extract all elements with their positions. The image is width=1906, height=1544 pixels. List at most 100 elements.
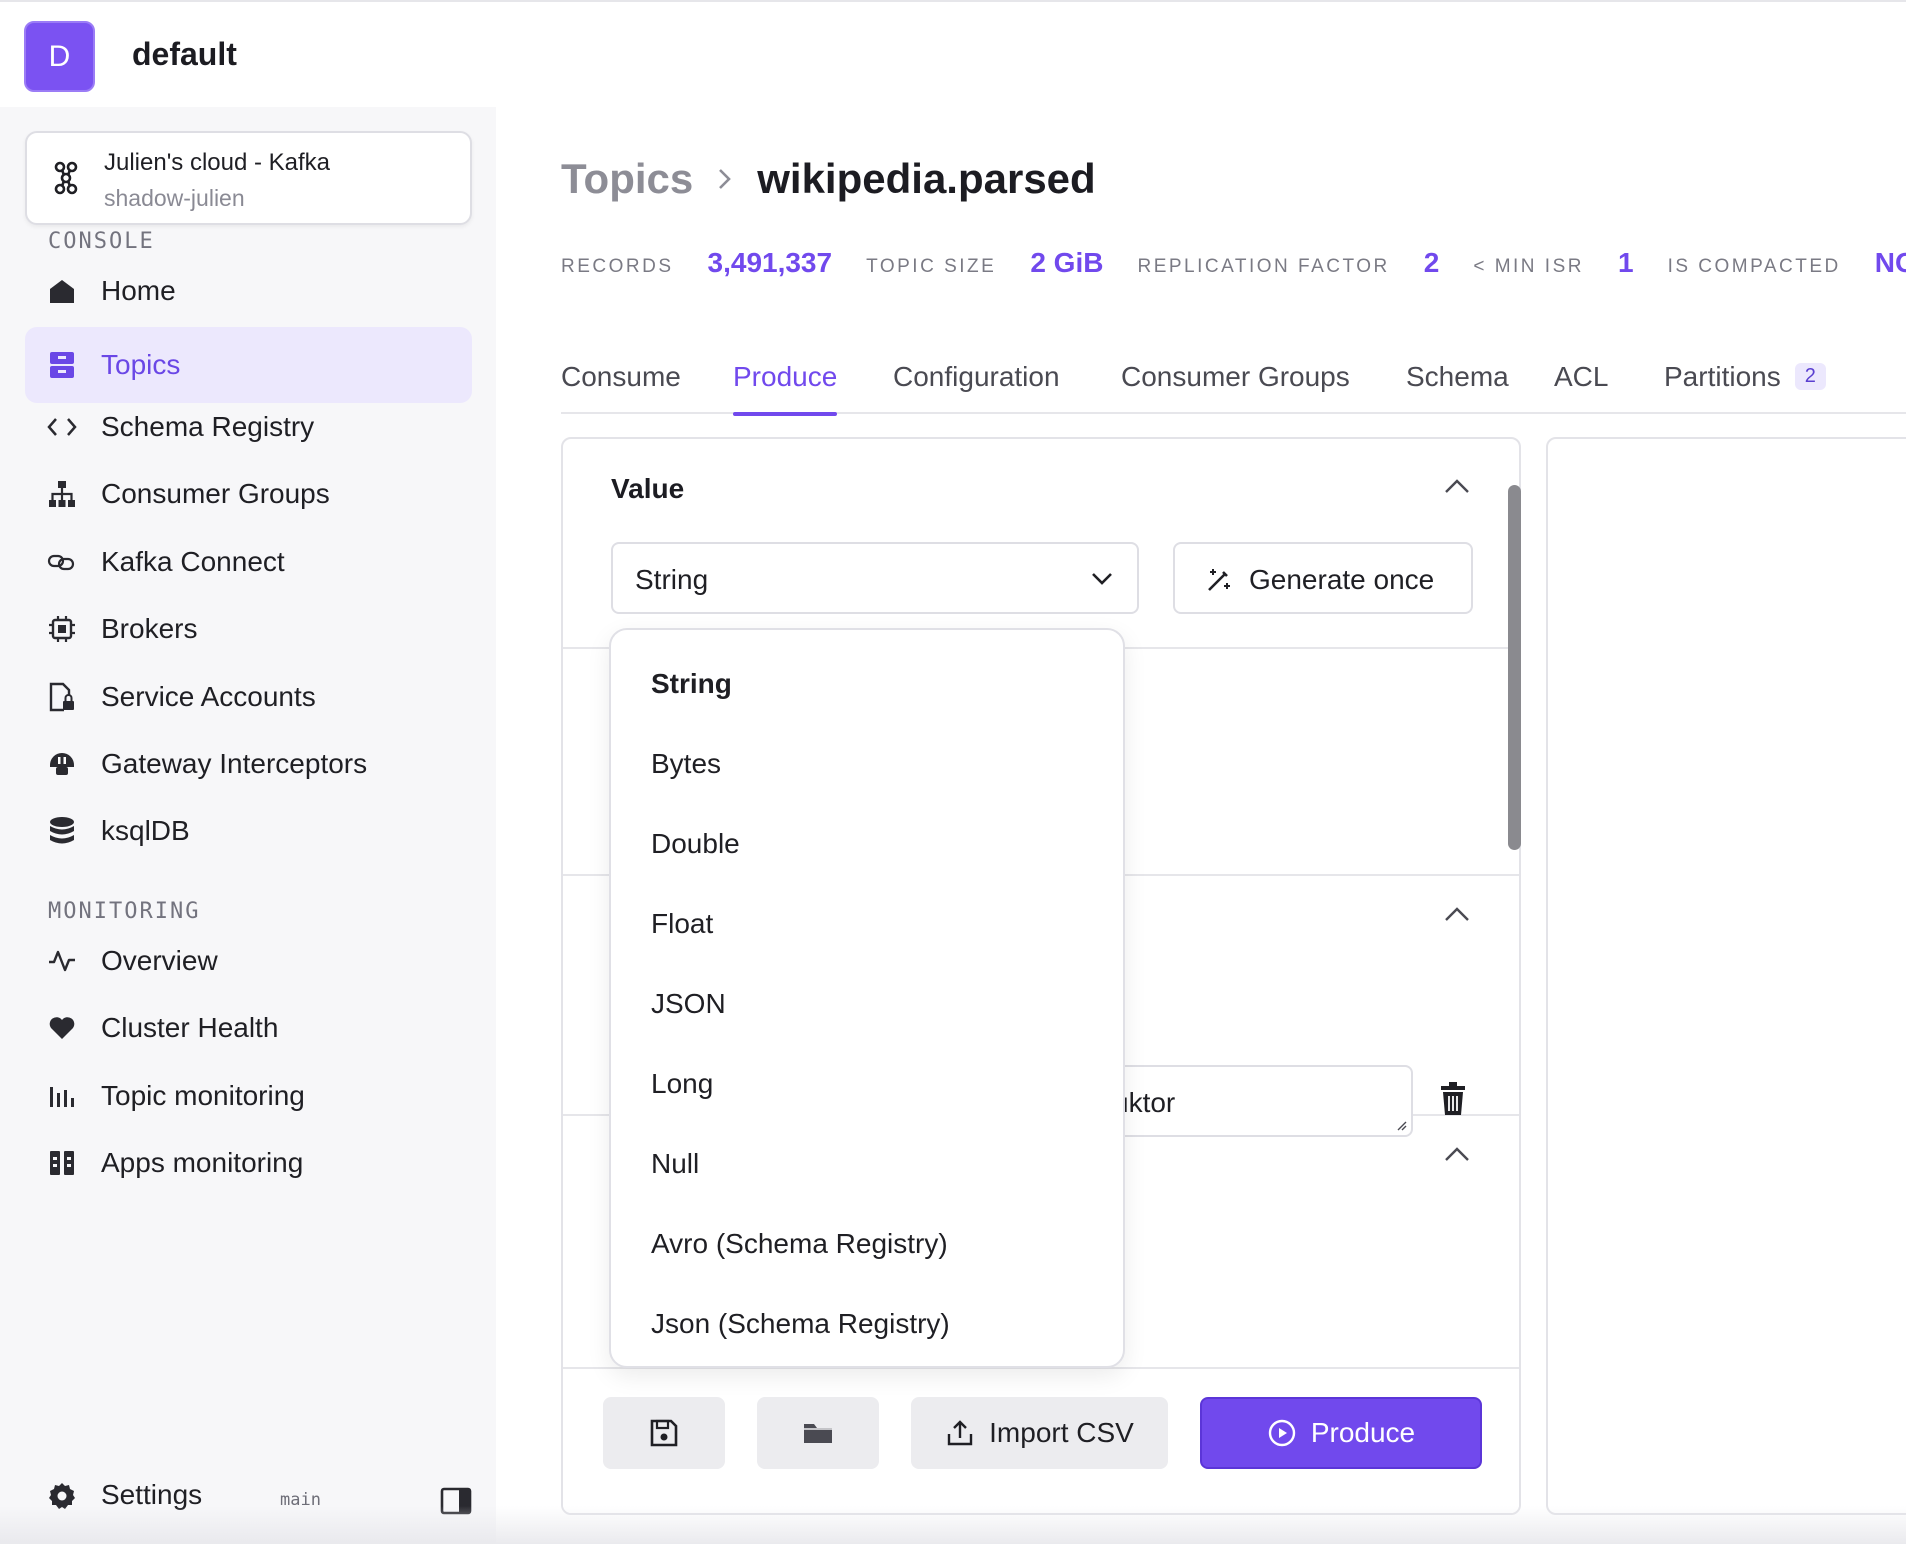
- stat-compacted-label: IS COMPACTED: [1667, 256, 1841, 277]
- cluster-name: Julien's cloud - Kafka: [104, 149, 331, 176]
- load-button[interactable]: [757, 1397, 879, 1469]
- sidebar-item-cluster-health[interactable]: Cluster Health: [25, 990, 472, 1066]
- generate-once-button[interactable]: Generate once: [1173, 542, 1473, 614]
- produce-label: Produce: [1310, 1417, 1416, 1448]
- code-icon: [47, 412, 77, 442]
- produce-button[interactable]: Produce: [1200, 1397, 1482, 1469]
- sidebar-item-label: Gateway Interceptors: [101, 748, 368, 779]
- link-icon: [47, 547, 77, 577]
- dropdown-option-bytes[interactable]: Bytes: [651, 748, 721, 780]
- cluster-selector[interactable]: Julien's cloud - Kafka shadow-julien: [25, 131, 472, 225]
- sidebar-item-label: Consumer Groups: [101, 478, 330, 509]
- plug-icon: [47, 749, 77, 779]
- grid-icon: [47, 1148, 77, 1178]
- dropdown-option-null[interactable]: Null: [651, 1148, 699, 1180]
- sidebar-item-label: Topic monitoring: [101, 1080, 305, 1111]
- file-lock-icon: [47, 682, 77, 712]
- sidebar-item-label: ksqlDB: [101, 815, 190, 846]
- sidebar-item-ksqldb[interactable]: ksqlDB: [25, 793, 472, 869]
- generate-once-label: Generate once: [1249, 564, 1435, 595]
- sidebar-item-service-accounts[interactable]: Service Accounts: [25, 659, 472, 735]
- produce-footer: Import CSV Produce: [563, 1367, 1519, 1513]
- home-icon: [47, 276, 77, 306]
- org-avatar[interactable]: D: [24, 21, 95, 92]
- chevron-down-icon: [1092, 573, 1112, 585]
- preview-panel: [1546, 437, 1906, 1515]
- dropdown-option-double[interactable]: Double: [651, 828, 740, 860]
- sidebar-item-topic-monitoring[interactable]: Topic monitoring: [25, 1058, 472, 1134]
- bar-chart-icon: [47, 1081, 77, 1111]
- sidebar-item-label: Home: [101, 275, 176, 306]
- tab-configuration[interactable]: Configuration: [893, 347, 1060, 414]
- save-button[interactable]: [603, 1397, 725, 1469]
- header-value-input[interactable]: uktor: [1105, 1065, 1413, 1137]
- top-bar: D default: [0, 0, 1906, 107]
- tab-acl[interactable]: ACL: [1554, 347, 1608, 414]
- sidebar-item-home[interactable]: Home: [25, 253, 472, 329]
- sidebar-item-consumer-groups[interactable]: Consumer Groups: [25, 456, 472, 532]
- tab-partitions[interactable]: Partitions 2: [1664, 347, 1826, 414]
- topics-icon: [47, 350, 77, 380]
- value-type-selected: String: [635, 564, 709, 595]
- upload-icon: [947, 1420, 973, 1446]
- sidebar-item-label: Kafka Connect: [101, 546, 285, 577]
- breadcrumb-topics-link[interactable]: Topics: [561, 155, 693, 203]
- stat-min-isr-value: 1: [1617, 247, 1634, 278]
- activity-icon: [47, 946, 77, 976]
- sidebar-item-gateway-interceptors[interactable]: Gateway Interceptors: [25, 726, 472, 802]
- cluster-subtitle: shadow-julien: [104, 185, 245, 211]
- stat-topic-size-value: 2 GiB: [1030, 247, 1104, 278]
- bottom-shadow: [0, 1506, 1906, 1544]
- console-section-label: CONSOLE: [48, 229, 155, 254]
- chevron-up-icon[interactable]: [1443, 477, 1471, 495]
- chevron-right-icon: [719, 169, 732, 189]
- topic-stats: RECORDS 3,491,337 TOPIC SIZE 2 GiB REPLI…: [561, 247, 1906, 279]
- dropdown-option-json[interactable]: JSON: [651, 988, 726, 1020]
- stat-records-value: 3,491,337: [707, 247, 833, 278]
- trash-icon[interactable]: [1439, 1082, 1467, 1116]
- stat-topic-size-label: TOPIC SIZE: [866, 256, 997, 277]
- chip-icon: [47, 614, 77, 644]
- folder-icon: [804, 1424, 832, 1443]
- sidebar-item-label: Schema Registry: [101, 411, 315, 442]
- chevron-up-icon[interactable]: [1443, 1145, 1471, 1163]
- resize-grip-icon[interactable]: [1395, 1119, 1407, 1131]
- stat-replication-value: 2: [1423, 247, 1440, 278]
- value-type-select[interactable]: String: [611, 542, 1139, 614]
- dropdown-option-long[interactable]: Long: [651, 1068, 713, 1100]
- breadcrumb: Topics wikipedia.parsed: [561, 155, 1096, 203]
- sidebar-item-kafka-connect[interactable]: Kafka Connect: [25, 524, 472, 600]
- org-name[interactable]: default: [132, 36, 237, 73]
- magic-wand-icon: [1208, 569, 1230, 591]
- tab-schema[interactable]: Schema: [1406, 347, 1509, 414]
- dropdown-option-json-schema-registry[interactable]: Json (Schema Registry): [651, 1308, 950, 1340]
- tab-consumer-groups[interactable]: Consumer Groups: [1121, 347, 1350, 414]
- dropdown-option-string[interactable]: String: [651, 668, 732, 700]
- kafka-icon: [54, 161, 78, 195]
- value-type-dropdown: String Bytes Double Float JSON Long Null…: [609, 628, 1125, 1368]
- tab-produce[interactable]: Produce: [733, 347, 838, 416]
- stat-compacted-value: NO: [1874, 247, 1906, 278]
- sidebar-item-apps-monitoring[interactable]: Apps monitoring: [25, 1125, 472, 1201]
- sidebar-item-label: Service Accounts: [101, 681, 316, 712]
- hierarchy-icon: [47, 479, 77, 509]
- form-scrollbar[interactable]: [1508, 485, 1521, 850]
- tab-consume[interactable]: Consume: [561, 347, 681, 414]
- sidebar-item-schema-registry[interactable]: Schema Registry: [25, 389, 472, 465]
- sidebar-item-overview[interactable]: Overview: [25, 923, 472, 999]
- sidebar-item-label: Topics: [101, 349, 181, 380]
- sidebar-item-label: Brokers: [101, 613, 198, 644]
- dropdown-option-float[interactable]: Float: [651, 908, 713, 940]
- sidebar-item-label: Overview: [101, 945, 218, 976]
- stat-min-isr-label: < MIN ISR: [1473, 256, 1584, 277]
- database-icon: [47, 816, 77, 846]
- import-csv-button[interactable]: Import CSV: [911, 1397, 1168, 1469]
- monitoring-section-label: MONITORING: [48, 899, 201, 924]
- sidebar-item-brokers[interactable]: Brokers: [25, 591, 472, 667]
- topic-tabs: Consume Produce Configuration Consumer G…: [561, 347, 1906, 416]
- dropdown-option-avro-schema-registry[interactable]: Avro (Schema Registry): [651, 1228, 948, 1260]
- partitions-count-badge: 2: [1794, 363, 1826, 391]
- sidebar: Julien's cloud - Kafka shadow-julien CON…: [0, 107, 496, 1544]
- save-icon: [650, 1419, 678, 1447]
- chevron-up-icon[interactable]: [1443, 905, 1471, 923]
